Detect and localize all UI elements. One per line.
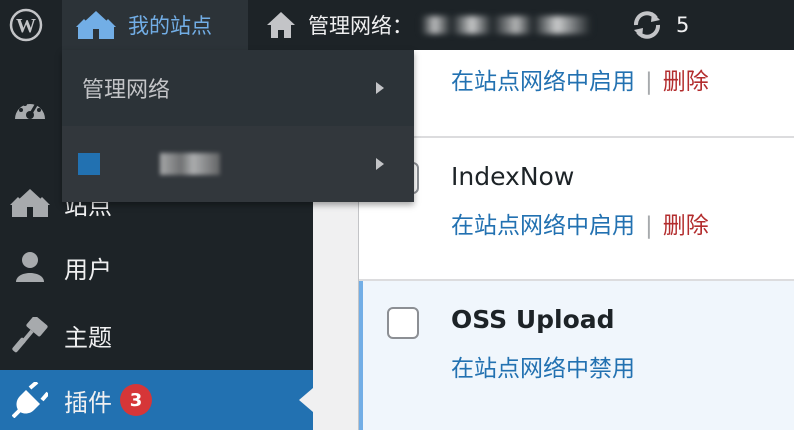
my-sites-dropdown: 管理网络 <box>62 50 414 202</box>
table-row-active: OSS Upload 在站点网络中禁用 <box>359 281 794 430</box>
plugin-name: OSS Upload <box>451 305 615 334</box>
updates-icon <box>634 11 660 39</box>
network-admin-menu[interactable]: 管理网络： <box>262 0 591 50</box>
dashboard-icon <box>10 91 50 131</box>
delete-link[interactable]: 删除 <box>663 69 709 95</box>
row-actions: 在站点网络中启用 | 删除 <box>451 62 709 96</box>
plugins-update-badge: 3 <box>120 384 152 416</box>
site-name-redacted <box>160 153 220 175</box>
my-sites-menu[interactable]: 我的站点 <box>62 0 248 50</box>
admin-bar: W 我的站点 管理网络： 5 <box>0 0 794 50</box>
updates-button[interactable]: 5 <box>630 0 689 50</box>
my-sites-icon <box>76 11 116 39</box>
themes-icon <box>10 315 50 355</box>
sites-icon <box>10 183 50 223</box>
plugin-checkbox[interactable] <box>387 307 419 339</box>
dropdown-item-label: 管理网络 <box>82 78 171 103</box>
menu-item-users-label: 用户 <box>64 255 112 284</box>
menu-item-themes-label: 主题 <box>64 323 112 352</box>
action-separator: | <box>645 69 653 95</box>
wordpress-logo-button[interactable]: W <box>0 0 52 50</box>
network-deactivate-link[interactable]: 在站点网络中禁用 <box>451 356 635 382</box>
menu-item-users[interactable]: 用户 <box>0 238 313 296</box>
dropdown-item-network-admin[interactable]: 管理网络 <box>62 50 414 126</box>
chevron-right-icon <box>376 82 384 94</box>
updates-count: 5 <box>676 13 690 37</box>
delete-link[interactable]: 删除 <box>663 213 709 239</box>
network-activate-link[interactable]: 在站点网络中启用 <box>451 69 635 95</box>
network-activate-link[interactable]: 在站点网络中启用 <box>451 213 635 239</box>
plugins-table: 在站点网络中启用 | 删除 IndexNow 在站点网络中启用 | 删除 OSS Upl… <box>358 50 794 430</box>
my-sites-label: 我的站点 <box>128 14 212 38</box>
site-icon <box>78 153 100 175</box>
plugin-name: IndexNow <box>451 162 575 191</box>
wordpress-logo-icon: W <box>9 8 43 42</box>
row-actions: 在站点网络中禁用 <box>451 349 635 383</box>
home-icon <box>267 12 295 38</box>
menu-item-plugins[interactable]: 插件 3 <box>0 370 313 430</box>
row-divider <box>359 136 794 138</box>
chevron-right-icon <box>376 158 384 170</box>
action-separator: | <box>645 213 653 239</box>
dropdown-item-site[interactable] <box>62 126 414 202</box>
plugins-icon <box>10 380 50 420</box>
menu-item-themes[interactable]: 主题 <box>0 306 313 364</box>
row-actions: 在站点网络中启用 | 删除 <box>451 206 709 240</box>
network-admin-label: 管理网络： <box>308 14 413 38</box>
svg-text:W: W <box>16 15 36 37</box>
network-name-redacted <box>421 16 591 34</box>
current-menu-arrow <box>299 388 313 412</box>
menu-item-plugins-label: 插件 <box>64 388 112 417</box>
users-icon <box>10 247 50 287</box>
